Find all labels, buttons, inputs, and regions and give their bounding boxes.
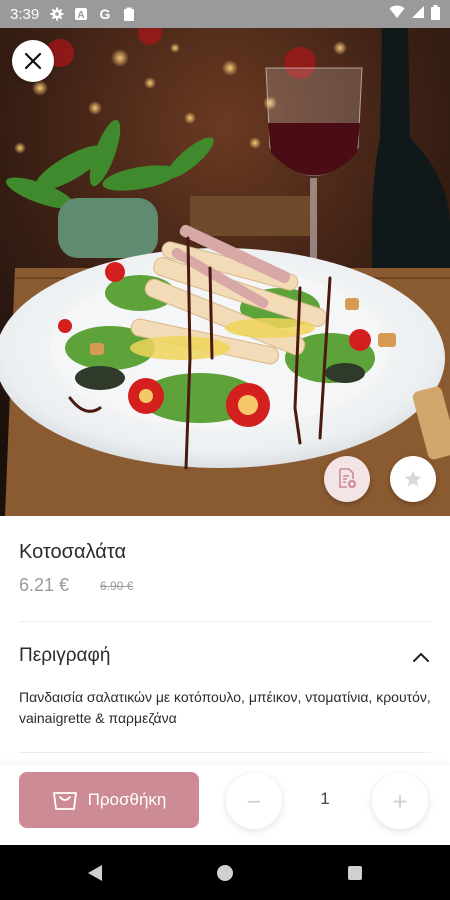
g-icon: G	[97, 6, 113, 22]
navigation-bar	[0, 845, 450, 900]
svg-text:A: A	[78, 10, 85, 21]
description-text: Πανδαισία σαλατικών με κοτόπουλο, μπέικο…	[19, 689, 431, 726]
wifi-icon	[389, 5, 405, 23]
increase-quantity-button[interactable]: +	[372, 773, 428, 829]
gear-icon	[49, 6, 65, 22]
product-price: 6.21 €	[19, 575, 70, 595]
svg-text:G: G	[100, 7, 111, 21]
status-time: 3:39	[10, 5, 40, 23]
back-button[interactable]	[85, 863, 105, 883]
plus-icon: +	[391, 789, 409, 813]
add-to-cart-label: Προσθήκη	[87, 790, 167, 809]
add-note-button[interactable]	[324, 456, 370, 502]
star-icon	[404, 470, 422, 487]
product-old-price: 6.90 €	[100, 579, 134, 593]
home-icon	[217, 865, 233, 881]
bag-icon	[52, 792, 77, 810]
signal-icon	[411, 5, 425, 23]
salad-photo	[0, 28, 450, 516]
minus-icon: −	[245, 789, 263, 813]
status-bar: 3:39 A G	[0, 0, 450, 28]
recents-button[interactable]	[345, 863, 365, 883]
product-title: Κοτοσαλάτα	[19, 541, 127, 563]
product-image	[0, 28, 450, 516]
a-icon: A	[73, 6, 89, 22]
add-to-cart-button[interactable]: Προσθήκη	[19, 772, 199, 828]
clipboard-icon	[121, 6, 137, 22]
divider	[19, 621, 431, 622]
action-bar: Προσθήκη − 1 +	[0, 765, 450, 845]
favorite-button[interactable]	[390, 456, 436, 502]
quantity-value: 1	[320, 789, 330, 808]
description-toggle[interactable]	[410, 649, 432, 665]
note-add-icon	[339, 468, 356, 488]
home-button[interactable]	[215, 863, 235, 883]
close-button[interactable]	[12, 40, 54, 82]
chevron-up-icon	[413, 652, 429, 662]
battery-icon	[431, 4, 440, 24]
back-icon	[88, 865, 102, 881]
divider	[19, 752, 431, 753]
description-header[interactable]: Περιγραφή	[19, 645, 110, 667]
close-icon	[24, 52, 42, 70]
recents-icon	[348, 866, 362, 880]
decrease-quantity-button[interactable]: −	[226, 773, 282, 829]
